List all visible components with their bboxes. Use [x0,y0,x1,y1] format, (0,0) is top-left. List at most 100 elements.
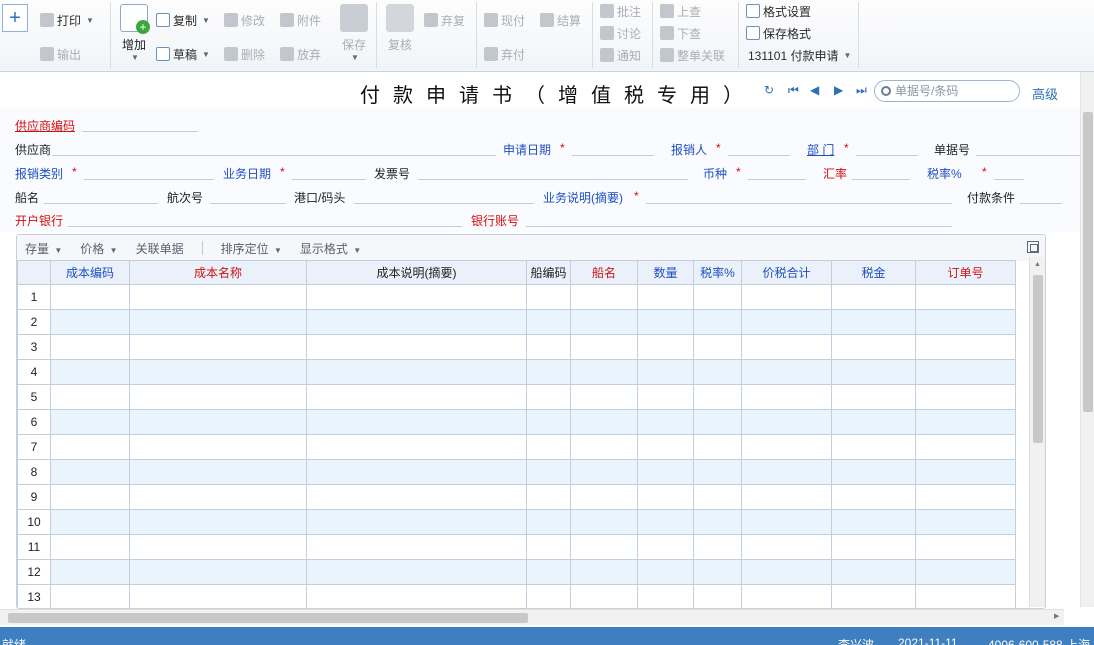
table-cell[interactable] [637,459,694,485]
scroll-thumb[interactable] [1083,112,1093,412]
table-cell[interactable] [570,359,638,385]
settle-button[interactable]: 结算 [540,10,581,30]
table-row[interactable]: 7 [17,434,1016,460]
search-input[interactable] [895,84,1013,98]
linked-docs-button[interactable]: 关联单据 [136,240,184,257]
table-cell[interactable] [693,359,742,385]
price-menu[interactable]: 价格 ▼ [80,240,117,257]
table-cell[interactable] [306,509,527,535]
column-header[interactable]: 价税合计 [741,260,832,285]
apply-date-field[interactable] [572,155,654,156]
whole-link-button[interactable]: 整单关联 [660,45,725,65]
bank-field[interactable] [68,226,462,227]
table-cell[interactable] [741,409,832,435]
table-cell[interactable] [50,434,130,460]
table-cell[interactable] [50,284,130,310]
table-cell[interactable] [129,484,307,510]
supplier-field[interactable] [52,155,496,156]
table-cell[interactable] [831,484,916,510]
prev-lookup-button[interactable]: 上查 [660,1,701,21]
table-cell[interactable] [915,409,1016,435]
doc-no-field[interactable] [976,155,1080,156]
biz-desc-field[interactable] [646,203,952,204]
next-lookup-button[interactable]: 下查 [660,23,701,43]
format-setting-button[interactable]: 格式设置 [746,1,811,21]
table-cell[interactable] [50,509,130,535]
table-cell[interactable] [637,484,694,510]
table-cell[interactable] [526,459,571,485]
table-cell[interactable] [50,484,130,510]
table-cell[interactable] [526,384,571,410]
next-record-icon[interactable]: ▶ [834,83,843,97]
table-cell[interactable] [831,334,916,360]
table-cell[interactable] [570,459,638,485]
sort-locate-menu[interactable]: 排序定位 ▼ [221,240,282,257]
table-cell[interactable] [637,409,694,435]
invoice-no-field[interactable] [418,179,688,180]
bank-account-field[interactable] [526,226,952,227]
table-cell[interactable] [129,509,307,535]
delete-button[interactable]: 删除 [224,44,265,64]
table-cell[interactable] [693,509,742,535]
first-record-icon[interactable]: ⏮ [788,83,799,98]
column-header[interactable]: 成本编码 [50,260,130,285]
table-cell[interactable] [306,559,527,585]
table-cell[interactable] [831,384,916,410]
table-row[interactable]: 4 [17,359,1016,385]
exchange-rate-field[interactable] [852,179,910,180]
table-cell[interactable] [693,309,742,335]
table-cell[interactable] [637,284,694,310]
table-cell[interactable] [306,409,527,435]
ship-name-field[interactable] [44,203,158,204]
save-format-button[interactable]: 保存格式 [746,23,811,43]
table-row[interactable]: 2 [17,309,1016,335]
table-cell[interactable] [129,309,307,335]
table-cell[interactable] [915,584,1016,608]
table-cell[interactable] [693,384,742,410]
table-cell[interactable] [915,559,1016,585]
column-header[interactable]: 数量 [637,260,694,285]
table-row[interactable]: 11 [17,534,1016,560]
pay-terms-field[interactable] [1020,203,1062,204]
table-cell[interactable] [741,459,832,485]
column-header[interactable]: 税金 [831,260,916,285]
table-cell[interactable] [129,534,307,560]
table-cell[interactable] [570,284,638,310]
column-header[interactable]: 船编码 [526,260,571,285]
column-header[interactable]: 成本名称 [129,260,307,285]
table-cell[interactable] [741,384,832,410]
column-header[interactable]: 船名 [570,260,638,285]
table-cell[interactable] [831,459,916,485]
table-cell[interactable] [306,534,527,560]
table-cell[interactable] [306,484,527,510]
port-field[interactable] [354,203,534,204]
table-cell[interactable] [915,434,1016,460]
table-cell[interactable] [526,359,571,385]
horizontal-scrollbar[interactable]: ▶ [0,609,1064,625]
table-cell[interactable] [129,409,307,435]
table-cell[interactable] [915,509,1016,535]
table-cell[interactable] [50,459,130,485]
table-cell[interactable] [741,584,832,608]
table-cell[interactable] [570,584,638,608]
table-cell[interactable] [526,534,571,560]
table-cell[interactable] [637,309,694,335]
table-cell[interactable] [741,509,832,535]
table-cell[interactable] [526,559,571,585]
expand-icon[interactable] [1027,241,1039,253]
table-cell[interactable] [693,484,742,510]
tax-rate-field[interactable] [994,179,1024,180]
table-cell[interactable] [693,284,742,310]
table-cell[interactable] [526,334,571,360]
table-cell[interactable] [50,359,130,385]
advanced-search-link[interactable]: 高级 [1032,84,1058,103]
table-cell[interactable] [831,509,916,535]
scroll-up-icon[interactable]: ▲ [1034,261,1041,268]
department-field[interactable] [856,155,918,156]
table-cell[interactable] [526,409,571,435]
table-cell[interactable] [831,359,916,385]
table-cell[interactable] [915,459,1016,485]
voyage-no-field[interactable] [210,203,286,204]
table-row[interactable]: 1 [17,284,1016,310]
table-cell[interactable] [831,534,916,560]
